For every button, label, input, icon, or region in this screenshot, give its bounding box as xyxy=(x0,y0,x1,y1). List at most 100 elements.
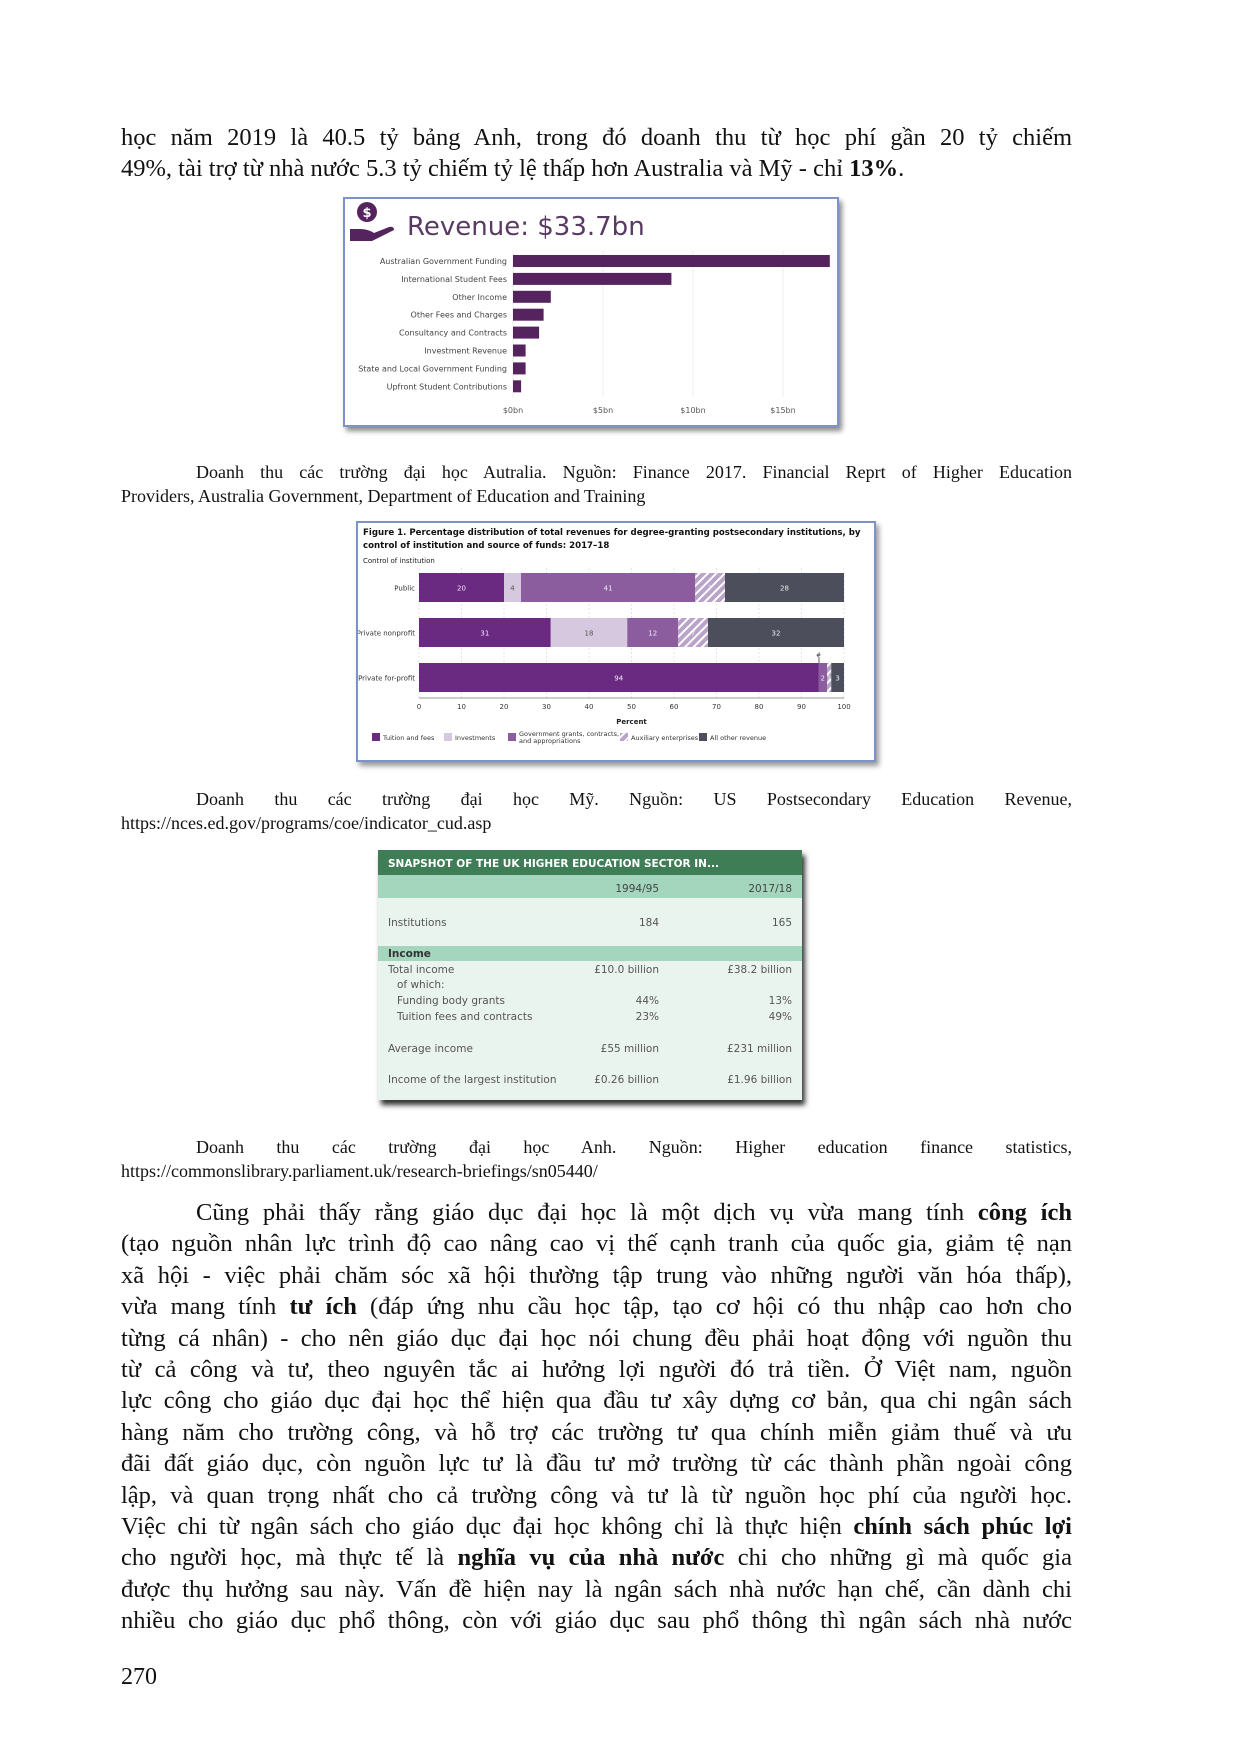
text-line: từng cá nhân) - cho nên giáo dục đại học… xyxy=(121,1323,1072,1354)
chart-title: Figure 1. Percentage distribution of tot… xyxy=(363,528,861,538)
cell-value: £55 million xyxy=(601,1043,659,1055)
text-segment: hàng năm cho trường công, và hỗ trợ các … xyxy=(121,1418,1072,1446)
y-axis-title: Control of institution xyxy=(363,557,435,565)
legend-label: Investments xyxy=(455,734,496,742)
category-label: Private nonprofit xyxy=(358,630,415,638)
text-segment: lực công cho giáo dục đại học thể hiện q… xyxy=(121,1387,1072,1415)
legend-label: and appropriations xyxy=(519,737,581,745)
cell-value: 44% xyxy=(636,995,659,1007)
australia-revenue-chart: $ Revenue: $33.7bn $0bn $5bn $10bn $15bn Austr… xyxy=(343,197,839,427)
cell-value: £38.2 billion xyxy=(727,964,792,976)
chart-title: Revenue: $33.7bn xyxy=(407,212,645,242)
column-header: 2017/18 xyxy=(748,883,792,895)
australia-revenue-svg: $ Revenue: $33.7bn $0bn $5bn $10bn $15bn Austr… xyxy=(350,202,830,415)
text-line: cho người học, mà thực tế là nghĩa vụ củ… xyxy=(121,1542,1072,1573)
cell-value: £0.26 billion xyxy=(594,1074,659,1086)
text-line: 49%, tài trợ từ nhà nước 5.3 tỷ chiếm tỷ… xyxy=(121,153,1072,184)
uk-snapshot-table: SNAPSHOT OF THE UK HIGHER EDUCATION SECT… xyxy=(378,850,802,1100)
bold-text: chính sách phúc lợi xyxy=(853,1513,1072,1540)
x-tick-label: 30 xyxy=(542,703,551,711)
bar-label: 28 xyxy=(780,585,789,593)
section-bar xyxy=(378,946,802,961)
uk-snapshot-svg: SNAPSHOT OF THE UK HIGHER EDUCATION SECT… xyxy=(378,850,802,1086)
text-line: học năm 2019 là 40.5 tỷ bảng Anh, trong … xyxy=(121,122,1072,153)
us-revenue-svg: Figure 1. Percentage distribution of tot… xyxy=(357,528,861,745)
text-segment: từ cả công và tư, theo nguyên tắc ai hưở… xyxy=(121,1356,1072,1383)
x-tick-label: 70 xyxy=(712,703,721,711)
caption-line: Doanh thu các trường đại học Mỹ. Nguồn: … xyxy=(196,789,1072,809)
legend-swatch xyxy=(372,733,380,741)
row-label: Institutions xyxy=(388,917,447,929)
category-label: State and Local Government Funding xyxy=(358,364,507,373)
bar xyxy=(513,308,544,321)
text-segment: xã hội - việc phải chăm sóc xã hội thườn… xyxy=(121,1261,1072,1289)
text-segment: đãi đất giáo dục, còn nguồn lực tư là đầ… xyxy=(121,1450,1072,1478)
row-label: Tuition fees and contracts xyxy=(396,1011,532,1023)
bar xyxy=(513,344,526,357)
bar-label: 3 xyxy=(835,675,839,683)
chart-title: control of institution and source of fun… xyxy=(363,541,609,551)
text-line: lập, và quan trọng nhất cho cả trường cô… xyxy=(121,1480,1072,1511)
x-axis-title: Percent xyxy=(616,718,647,726)
bar-label: 12 xyxy=(648,630,657,638)
bar-label: 20 xyxy=(457,585,466,593)
bar xyxy=(513,362,526,375)
legend-label: Tuition and fees xyxy=(382,734,435,742)
bar xyxy=(513,380,522,393)
text-segment: chi cho những gì mà quốc gia xyxy=(724,1544,1072,1572)
category-label: Consultancy and Contracts xyxy=(399,329,507,338)
category-label: Other Income xyxy=(452,293,507,302)
cell-value: 184 xyxy=(639,917,659,929)
bold-text: công ích xyxy=(977,1199,1072,1226)
bold-text: tư ích xyxy=(289,1293,357,1321)
bar-label: 1 xyxy=(827,675,831,683)
text-line: Cũng phải thấy rằng giáo dục đại học là … xyxy=(121,1197,1072,1228)
legend-label: Auxiliary enterprises xyxy=(631,734,699,742)
cell-value: £231 million xyxy=(727,1043,792,1055)
column-header: 1994/95 xyxy=(615,883,659,895)
bar-label: 4 xyxy=(510,585,515,593)
bar-label: 94 xyxy=(614,675,623,683)
row-label: Funding body grants xyxy=(397,995,505,1007)
x-tick-label: 50 xyxy=(627,703,636,711)
legend-swatch xyxy=(444,733,452,741)
text-segment: từng cá nhân) - cho nên giáo dục đại học… xyxy=(121,1324,1072,1352)
bar-label: 41 xyxy=(604,585,613,593)
page-number: 270 xyxy=(121,1664,157,1690)
text-line: đãi đất giáo dục, còn nguồn lực tư là đầ… xyxy=(121,1448,1072,1479)
bar xyxy=(513,326,540,339)
us-revenue-chart: Figure 1. Percentage distribution of tot… xyxy=(356,521,876,762)
category-label: Public xyxy=(394,585,415,593)
legend-swatch xyxy=(620,733,628,741)
legend-label: All other revenue xyxy=(710,734,766,742)
text-segment: cho người học, mà thực tế là xyxy=(121,1544,458,1572)
text-segment: vừa mang tính xyxy=(121,1293,290,1321)
x-tick-label: $5bn xyxy=(593,406,613,415)
text-segment: (tạo nguồn nhân lực trình độ cao nâng ca… xyxy=(121,1230,1072,1258)
category-label: Upfront Student Contributions xyxy=(387,382,507,391)
bar-label: 32 xyxy=(772,630,781,638)
category-label: Investment Revenue xyxy=(424,347,507,356)
bar-label: 7 xyxy=(708,585,712,593)
row-label: Average income xyxy=(388,1043,473,1055)
dollar-glyph: $ xyxy=(362,206,371,221)
x-tick-label: $15bn xyxy=(770,406,795,415)
text-segment: (đáp ứng nhu cầu học tập, tạo cơ hội có … xyxy=(356,1293,1073,1321)
text-segment: 49%, tài trợ từ nhà nước 5.3 tỷ chiếm tỷ… xyxy=(121,155,850,182)
category-label: Australian Government Funding xyxy=(380,257,507,266)
cell-value: 165 xyxy=(772,917,792,929)
text-segment: Cũng phải thấy rằng giáo dục đại học là … xyxy=(196,1199,978,1226)
text-line: hàng năm cho trường công, và hỗ trợ các … xyxy=(121,1417,1072,1448)
bar-label: 7 xyxy=(691,630,695,638)
text-line: được thụ hưởng sau này. Vấn đề hiện nay … xyxy=(121,1574,1072,1605)
text-line: nhiều cho giáo dục phổ thông, còn với gi… xyxy=(121,1605,1072,1636)
x-tick-label: 10 xyxy=(457,703,466,711)
caption-line: Doanh thu các trường đại học Anh. Nguồn:… xyxy=(196,1137,1072,1157)
text-segment: học năm 2019 là 40.5 tỷ bảng Anh, trong … xyxy=(121,124,1072,151)
cell-value: 23% xyxy=(636,1011,659,1023)
caption-line: Doanh thu các trường đại học Autralia. N… xyxy=(196,462,1072,482)
text-segment: lập, và quan trọng nhất cho cả trường cô… xyxy=(121,1481,1072,1509)
x-tick-label: 80 xyxy=(755,703,764,711)
text-line: xã hội - việc phải chăm sóc xã hội thườn… xyxy=(121,1260,1072,1291)
x-tick-label: 60 xyxy=(670,703,679,711)
